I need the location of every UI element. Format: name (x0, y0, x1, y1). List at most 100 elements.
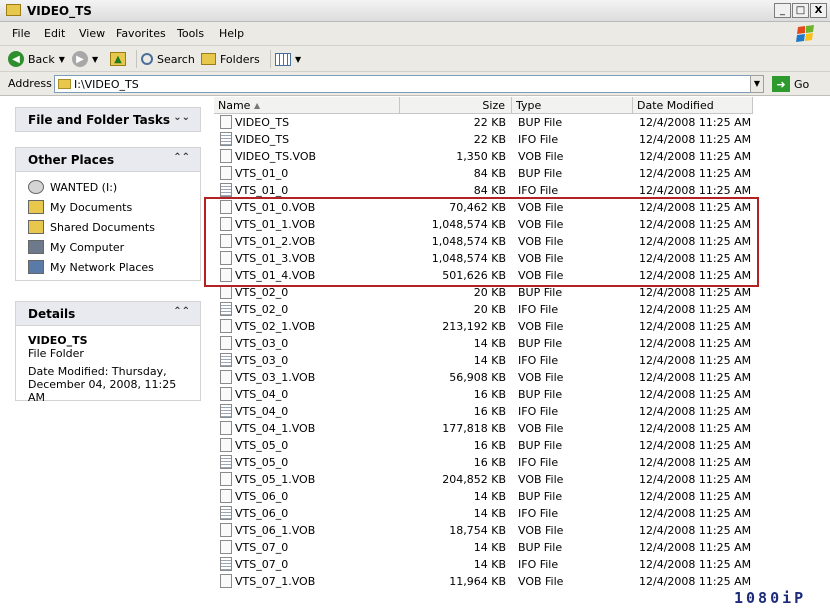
file-size: 20 KB (473, 286, 506, 299)
file-date-modified: 12/4/2008 11:25 AM (639, 150, 752, 163)
menu-help[interactable]: Help (219, 27, 244, 40)
menu-file[interactable]: File (12, 27, 30, 40)
file-row[interactable]: VTS_05_0 16 KB IFO File 12/4/2008 11:25 AM (214, 454, 830, 471)
address-input[interactable]: I:\VIDEO_TS (54, 75, 764, 93)
column-header-type[interactable]: Type (512, 97, 633, 114)
file-icon (220, 149, 232, 163)
file-row[interactable]: VTS_04_1.VOB 177,818 KB VOB File 12/4/2008 … (214, 420, 830, 437)
file-size: 14 KB (473, 337, 506, 350)
place-wanted-drive[interactable]: WANTED (I:) (28, 180, 117, 194)
file-name: VTS_02_0 (235, 286, 289, 299)
file-row[interactable]: VIDEO_TS.VOB 1,350 KB VOB File 12/4/2008 11… (214, 148, 830, 165)
file-date-modified: 12/4/2008 11:25 AM (639, 184, 752, 197)
file-row[interactable]: VIDEO_TS 22 KB IFO File 12/4/2008 11:25 AM (214, 131, 830, 148)
file-row[interactable]: VTS_05_0 16 KB BUP File 12/4/2008 11:25 AM (214, 437, 830, 454)
collapse-icon[interactable]: ⌃⌃ (173, 306, 190, 317)
place-my-documents[interactable]: My Documents (28, 200, 132, 214)
file-date-modified: 12/4/2008 11:25 AM (639, 524, 752, 537)
expand-icon[interactable]: ⌄⌄ (173, 112, 190, 123)
file-row[interactable]: VTS_06_1.VOB 18,754 KB VOB File 12/4/2008 1… (214, 522, 830, 539)
file-size: 177,818 KB (442, 422, 506, 435)
file-row[interactable]: VTS_03_0 14 KB BUP File 12/4/2008 11:25 AM (214, 335, 830, 352)
file-row[interactable]: VIDEO_TS 22 KB BUP File 12/4/2008 11:25 AM (214, 114, 830, 131)
place-shared-documents[interactable]: Shared Documents (28, 220, 155, 234)
file-name: VTS_07_0 (235, 558, 289, 571)
forward-button[interactable]: ▶ ▼ (72, 50, 98, 68)
file-name: VTS_07_0 (235, 541, 289, 554)
file-name: VTS_06_0 (235, 507, 289, 520)
other-places-header[interactable]: Other Places ⌃⌃ (16, 148, 200, 172)
file-row[interactable]: VTS_01_0 84 KB BUP File 12/4/2008 11:25 AM (214, 165, 830, 182)
menu-edit[interactable]: Edit (44, 27, 65, 40)
file-row[interactable]: VTS_04_0 16 KB BUP File 12/4/2008 11:25 AM (214, 386, 830, 403)
file-type: IFO File (518, 133, 559, 146)
file-type: BUP File (518, 388, 563, 401)
place-my-network-places[interactable]: My Network Places (28, 260, 154, 274)
column-header-size[interactable]: Size (400, 97, 512, 114)
file-type: IFO File (518, 354, 559, 367)
views-button[interactable]: ▼ (270, 50, 301, 68)
file-type: BUP File (518, 167, 563, 180)
file-row[interactable]: VTS_07_1.VOB 11,964 KB VOB File 12/4/2008 1… (214, 573, 830, 590)
back-button[interactable]: ◀ Back ▼ (8, 50, 65, 68)
file-row[interactable]: VTS_02_0 20 KB BUP File 12/4/2008 11:25 AM (214, 284, 830, 301)
menu-view[interactable]: View (79, 27, 105, 40)
menu-tools[interactable]: Tools (177, 27, 204, 40)
address-label: Address (8, 77, 52, 90)
up-folder-button[interactable]: ▲ (110, 50, 126, 68)
menu-favorites[interactable]: Favorites (116, 27, 166, 40)
file-icon (220, 217, 232, 231)
file-icon (220, 166, 232, 180)
folders-button[interactable]: Folders (201, 50, 260, 68)
file-row[interactable]: VTS_07_0 14 KB BUP File 12/4/2008 11:25 AM (214, 539, 830, 556)
file-row[interactable]: VTS_01_4.VOB 501,626 KB VOB File 12/4/2008 … (214, 267, 830, 284)
column-header-name[interactable]: Name ▲ (214, 97, 400, 114)
file-row[interactable]: VTS_02_1.VOB 213,192 KB VOB File 12/4/2008 … (214, 318, 830, 335)
place-label: Shared Documents (50, 220, 155, 234)
address-bar: Address I:\VIDEO_TS ▼ ➜ Go (0, 72, 830, 96)
address-dropdown-button[interactable]: ▼ (750, 75, 764, 93)
search-button[interactable]: Search (136, 50, 195, 68)
file-row[interactable]: VTS_01_3.VOB 1,048,574 KB VOB File 12/4/200… (214, 250, 830, 267)
file-row[interactable]: VTS_03_0 14 KB IFO File 12/4/2008 11:25 AM (214, 352, 830, 369)
close-button[interactable]: X (810, 3, 827, 18)
file-folder-tasks-panel: File and Folder Tasks ⌄⌄ (15, 107, 201, 132)
sort-ascending-icon: ▲ (254, 101, 261, 110)
column-header-date-modified[interactable]: Date Modified (633, 97, 753, 114)
ifo-file-icon (220, 353, 232, 367)
file-folder-tasks-header[interactable]: File and Folder Tasks ⌄⌄ (16, 108, 200, 132)
folder-icon (58, 79, 71, 89)
go-button[interactable]: ➜ Go (772, 75, 809, 93)
file-row[interactable]: VTS_06_0 14 KB BUP File 12/4/2008 11:25 AM (214, 488, 830, 505)
place-my-computer[interactable]: My Computer (28, 240, 124, 254)
go-arrow-icon: ➜ (772, 76, 790, 92)
file-size: 11,964 KB (449, 575, 506, 588)
file-type: IFO File (518, 558, 559, 571)
file-row[interactable]: VTS_05_1.VOB 204,852 KB VOB File 12/4/2008 … (214, 471, 830, 488)
file-name: VTS_05_0 (235, 456, 289, 469)
ifo-file-icon (220, 455, 232, 469)
file-type: BUP File (518, 286, 563, 299)
file-row[interactable]: VTS_01_2.VOB 1,048,574 KB VOB File 12/4/200… (214, 233, 830, 250)
file-name: VIDEO_TS.VOB (235, 150, 317, 163)
back-arrow-icon: ◀ (8, 51, 24, 67)
maximize-button[interactable]: □ (792, 3, 809, 18)
file-row[interactable]: VTS_04_0 16 KB IFO File 12/4/2008 11:25 AM (214, 403, 830, 420)
details-header[interactable]: Details ⌃⌃ (16, 302, 200, 326)
folder-icon (6, 4, 21, 16)
file-row[interactable]: VTS_01_0.VOB 70,462 KB VOB File 12/4/2008 1… (214, 199, 830, 216)
file-row[interactable]: VTS_07_0 14 KB IFO File 12/4/2008 11:25 AM (214, 556, 830, 573)
documents-folder-icon (28, 200, 44, 214)
file-date-modified: 12/4/2008 11:25 AM (639, 303, 752, 316)
title-bar[interactable]: VIDEO_TS _ □ X (0, 0, 830, 22)
file-row[interactable]: VTS_01_0 84 KB IFO File 12/4/2008 11:25 AM (214, 182, 830, 199)
file-size: 84 KB (473, 184, 506, 197)
file-row[interactable]: VTS_06_0 14 KB IFO File 12/4/2008 11:25 AM (214, 505, 830, 522)
file-row[interactable]: VTS_02_0 20 KB IFO File 12/4/2008 11:25 AM (214, 301, 830, 318)
collapse-icon[interactable]: ⌃⌃ (173, 152, 190, 163)
file-row[interactable]: VTS_01_1.VOB 1,048,574 KB VOB File 12/4/200… (214, 216, 830, 233)
file-size: 213,192 KB (442, 320, 506, 333)
file-row[interactable]: VTS_03_1.VOB 56,908 KB VOB File 12/4/2008 1… (214, 369, 830, 386)
minimize-button[interactable]: _ (774, 3, 791, 18)
file-date-modified: 12/4/2008 11:25 AM (639, 167, 752, 180)
